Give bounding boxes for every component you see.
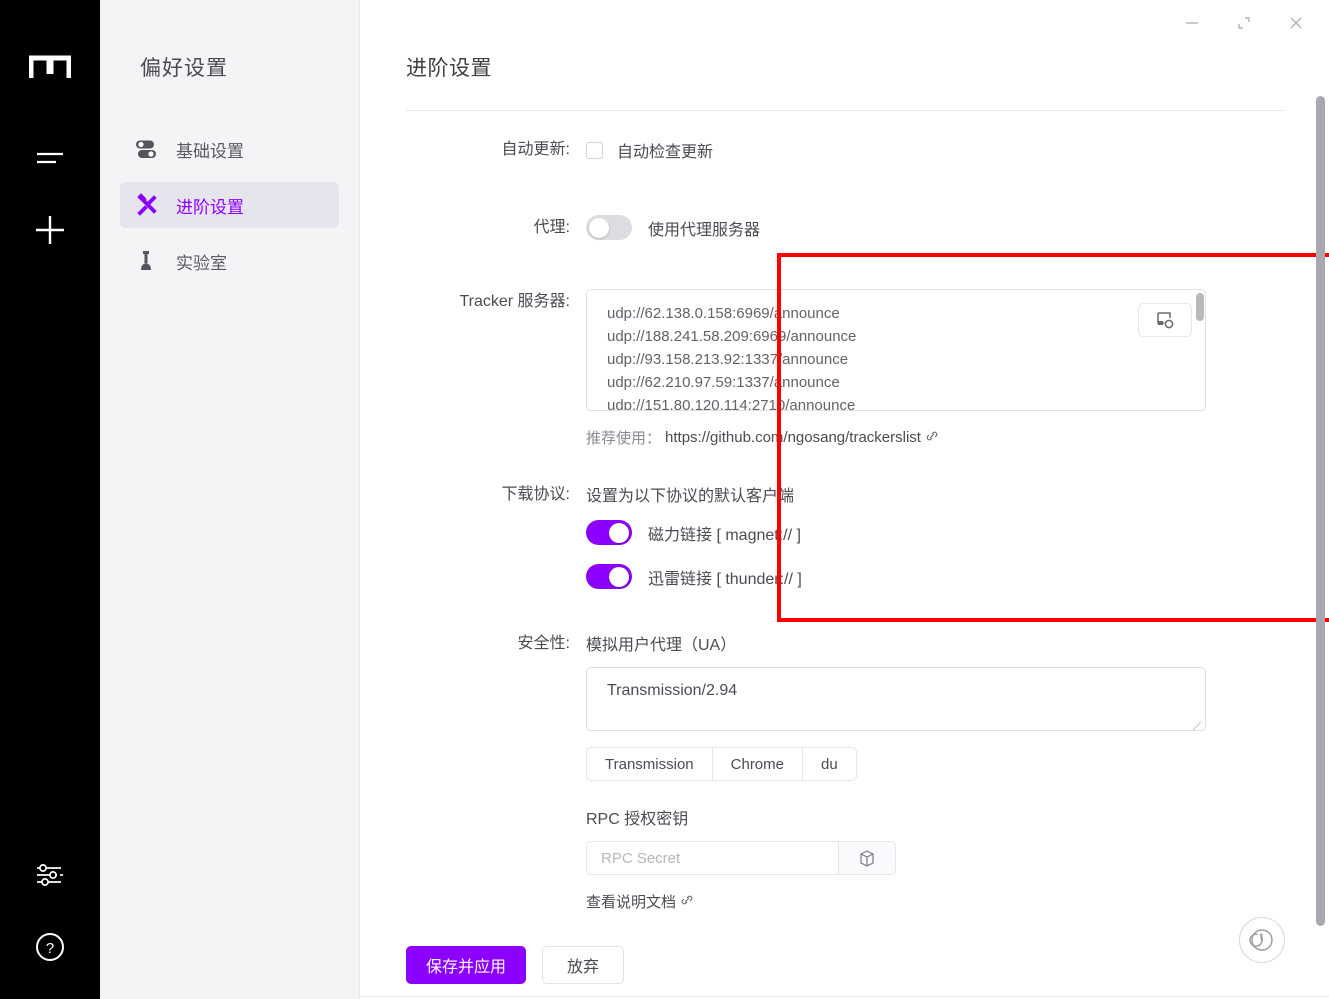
- proxy-label: 代理:: [533, 219, 570, 236]
- auto-check-update-label: 自动检查更新: [617, 144, 714, 161]
- docs-link[interactable]: 查看说明文档: [586, 891, 1281, 912]
- tracker-line: udp://151.80.120.114:2710/announce: [607, 397, 856, 411]
- user-agent-value: Transmission/2.94: [607, 682, 738, 699]
- rpc-secret-input[interactable]: [586, 841, 838, 875]
- protocol-description: 设置为以下协议的默认客户端: [586, 488, 795, 505]
- tracker-line: udp://62.138.0.158:6969/announce: [607, 305, 840, 322]
- speed-dial-icon[interactable]: [1239, 917, 1285, 963]
- toggle-switch-on-icon: [586, 564, 632, 589]
- security-row: 安全性: 模拟用户代理（UA） Transmission/2.94 Transm…: [406, 631, 1281, 912]
- magnet-protocol-label: 磁力链接 [ magnet:// ]: [648, 526, 801, 544]
- security-label: 安全性:: [517, 635, 570, 652]
- tracker-line: udp://188.241.58.209:6969/announce: [607, 328, 857, 345]
- sidebar-item-advanced[interactable]: 进阶设置: [120, 182, 339, 228]
- save-button[interactable]: 保存并应用: [406, 946, 527, 984]
- wrench-screwdriver-icon: [134, 193, 158, 217]
- external-link-icon: [680, 893, 694, 911]
- refresh-tracker-icon[interactable]: [1138, 303, 1192, 337]
- toggle-switch-off-icon: [586, 215, 632, 240]
- auto-update-body: 自动检查更新: [586, 137, 1281, 163]
- protocol-row: 下载协议: 设置为以下协议的默认客户端 磁力链接 [ magnet:// ] 迅…: [406, 482, 1281, 589]
- toggle-sliders-icon: [134, 137, 158, 161]
- security-body: 模拟用户代理（UA） Transmission/2.94 Transmissio…: [586, 631, 1281, 912]
- tracker-body: udp://62.138.0.158:6969/announce udp://1…: [586, 289, 1281, 448]
- maximize-icon[interactable]: [1221, 6, 1267, 40]
- sidebar-item-basic[interactable]: 基础设置: [120, 126, 339, 172]
- bottom-divider: [360, 996, 1329, 997]
- protocol-label: 下载协议:: [501, 486, 570, 503]
- protocol-toggle-list: 磁力链接 [ magnet:// ] 迅雷链接 [ thunder:// ]: [586, 520, 1281, 589]
- sidebar-item-label: 实验室: [176, 253, 227, 273]
- tracker-line: udp://93.158.213.92:1337/announce: [607, 351, 849, 368]
- tracker-scrollbar[interactable]: [1196, 293, 1204, 321]
- thunder-protocol-label: 迅雷链接 [ thunder:// ]: [648, 570, 802, 588]
- proxy-toggle-label: 使用代理服务器: [648, 221, 761, 239]
- lab-flask-icon: [134, 249, 158, 273]
- tracker-hint-prefix: 推荐使用：: [586, 430, 662, 447]
- app-window: ? 偏好设置 基础设置 进阶设置 实验室 进阶设置 自动更新: 自动检查更新 代…: [0, 0, 1329, 999]
- tracker-hint: 推荐使用： https://github.com/ngosang/tracker…: [586, 427, 1281, 448]
- user-agent-input[interactable]: Transmission/2.94: [586, 667, 1206, 731]
- tracker-line: udp://62.210.97.59:1337/announce: [607, 374, 840, 391]
- proxy-row: 代理: 使用代理服务器: [406, 215, 1281, 241]
- external-link-icon: [925, 429, 939, 447]
- rpc-secret-row: [586, 841, 896, 875]
- checkbox-box-icon: [586, 141, 603, 159]
- motrix-logo: [28, 52, 72, 82]
- proxy-body: 使用代理服务器: [586, 215, 1281, 240]
- auto-update-row: 自动更新: 自动检查更新: [406, 137, 1281, 163]
- discard-button[interactable]: 放弃: [542, 946, 625, 984]
- settings-content: 进阶设置 自动更新: 自动检查更新 代理: 使用代理服务器 Tracker 服务…: [360, 0, 1329, 999]
- task-list-icon[interactable]: [28, 136, 72, 180]
- title-divider: [406, 110, 1284, 111]
- tracker-row: Tracker 服务器: udp://62.138.0.158:6969/ann…: [406, 289, 1281, 448]
- tracker-hint-link[interactable]: https://github.com/ngosang/trackerslist: [665, 429, 921, 446]
- preferences-icon[interactable]: [28, 853, 72, 897]
- help-icon[interactable]: ?: [28, 925, 72, 969]
- magnet-protocol-toggle[interactable]: 磁力链接 [ magnet:// ]: [586, 520, 1281, 545]
- svg-text:?: ?: [46, 940, 54, 957]
- preferences-sidebar: 偏好设置 基础设置 进阶设置 实验室: [100, 0, 360, 999]
- sidebar-item-label: 基础设置: [176, 141, 244, 161]
- sidebar-item-lab[interactable]: 实验室: [120, 238, 339, 284]
- tracker-textarea-wrap: udp://62.138.0.158:6969/announce udp://1…: [586, 289, 1206, 411]
- close-icon[interactable]: [1273, 6, 1319, 40]
- ua-preset-du[interactable]: du: [802, 747, 857, 781]
- ua-preset-group: Transmission Chrome du: [586, 747, 1281, 781]
- page-title: 偏好设置: [140, 57, 228, 80]
- copy-box-icon[interactable]: [838, 841, 896, 875]
- ua-title: 模拟用户代理（UA）: [586, 637, 737, 654]
- minimize-icon[interactable]: [1169, 6, 1215, 40]
- add-task-icon[interactable]: [28, 208, 72, 252]
- section-title: 进阶设置: [406, 57, 492, 80]
- main-panel: 进阶设置 自动更新: 自动检查更新 代理: 使用代理服务器 Tracker 服务…: [360, 0, 1329, 999]
- thunder-protocol-toggle[interactable]: 迅雷链接 [ thunder:// ]: [586, 564, 1281, 589]
- icon-rail: ?: [0, 0, 100, 999]
- auto-check-update-checkbox[interactable]: 自动检查更新: [586, 137, 1281, 163]
- toggle-switch-on-icon: [586, 520, 632, 545]
- sidebar-item-label: 进阶设置: [176, 197, 244, 217]
- page-scrollbar[interactable]: [1316, 96, 1325, 926]
- window-titlebar: [1169, 0, 1329, 46]
- ua-preset-chrome[interactable]: Chrome: [711, 747, 802, 781]
- protocol-body: 设置为以下协议的默认客户端 磁力链接 [ magnet:// ] 迅雷链接 [ …: [586, 482, 1281, 589]
- rpc-secret-title: RPC 授权密钥: [586, 811, 689, 828]
- ua-preset-transmission[interactable]: Transmission: [586, 747, 712, 781]
- tracker-servers-input[interactable]: udp://62.138.0.158:6969/announce udp://1…: [586, 289, 1206, 411]
- resize-grip-icon[interactable]: [1192, 718, 1202, 731]
- form-actions: 保存并应用 放弃: [406, 946, 1281, 984]
- auto-update-label: 自动更新:: [501, 141, 570, 158]
- docs-link-label: 查看说明文档: [586, 894, 677, 911]
- tracker-label: Tracker 服务器:: [459, 293, 570, 310]
- proxy-toggle[interactable]: 使用代理服务器: [586, 215, 1281, 240]
